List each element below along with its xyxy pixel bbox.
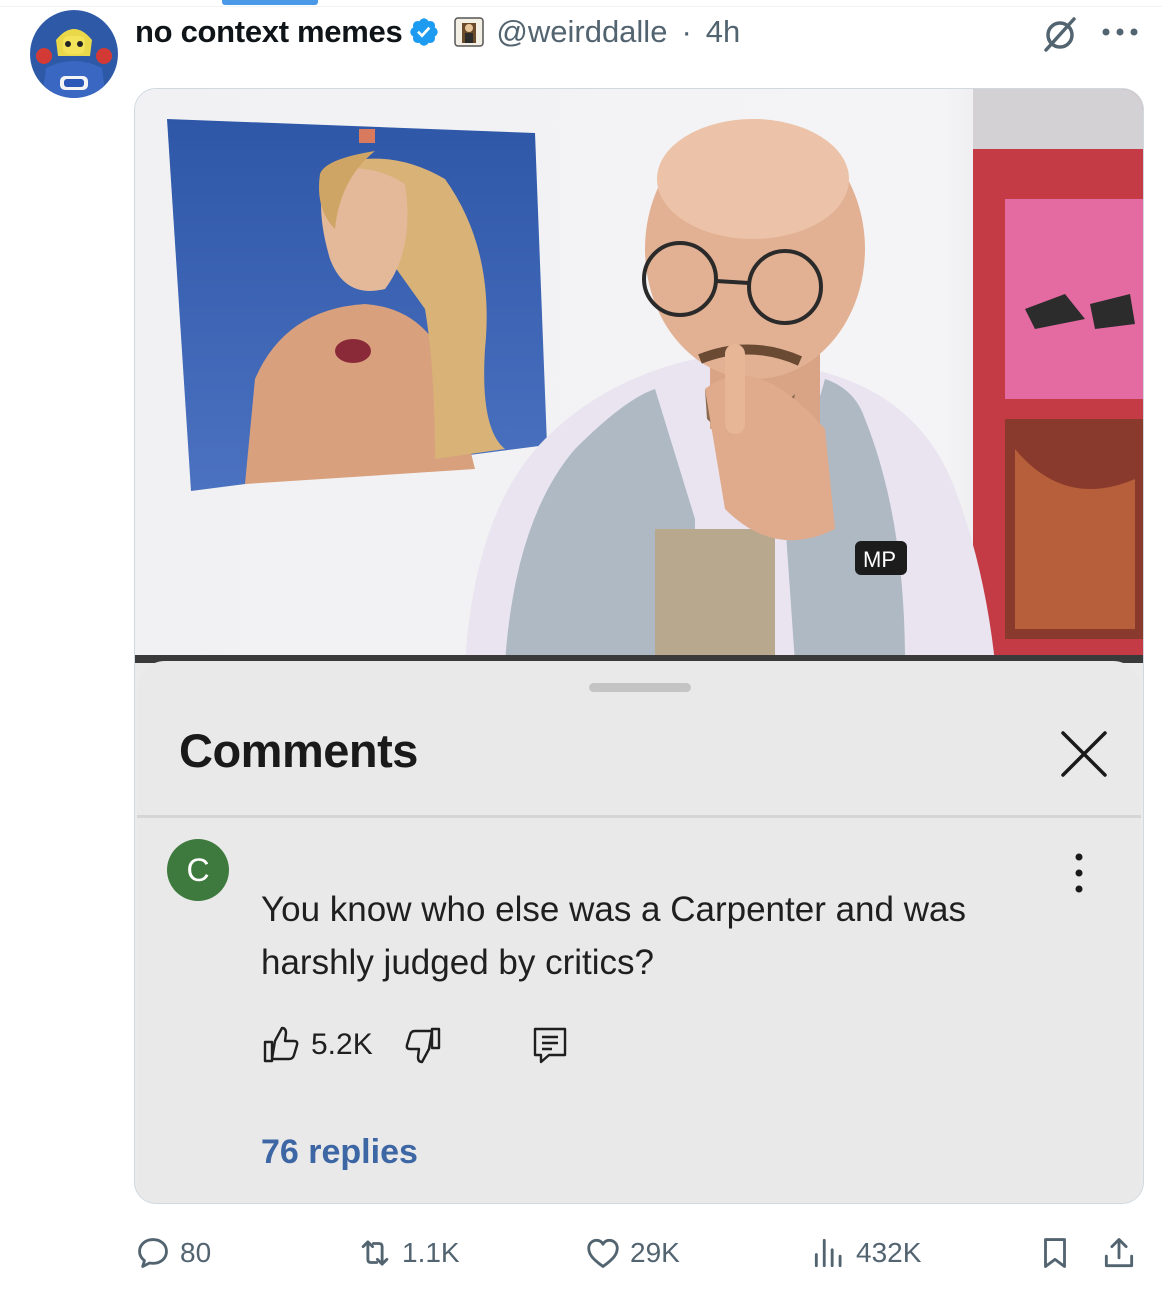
comment-actions: 5.2K bbox=[261, 1023, 569, 1067]
repost-count: 1.1K bbox=[402, 1237, 460, 1268]
panel-divider bbox=[137, 815, 1141, 818]
post-action-bar: 80 1.1K 29K 432K bbox=[134, 1228, 1144, 1278]
like-button[interactable]: 29K bbox=[584, 1228, 680, 1278]
tab-indicator bbox=[222, 0, 318, 5]
drag-handle[interactable] bbox=[589, 683, 691, 692]
post-time[interactable]: 4h bbox=[706, 14, 740, 50]
time-separator: · bbox=[681, 14, 692, 49]
bookmark-icon bbox=[1044, 1238, 1066, 1268]
comments-title: Comments bbox=[179, 724, 418, 777]
thumbs-down-icon[interactable] bbox=[403, 1025, 443, 1065]
share-icon bbox=[1104, 1238, 1134, 1268]
affiliate-badge-icon bbox=[454, 17, 485, 47]
close-icon[interactable] bbox=[1059, 729, 1109, 779]
grok-icon[interactable] bbox=[1040, 14, 1080, 54]
repost-button[interactable]: 1.1K bbox=[356, 1228, 460, 1278]
reply-button[interactable]: 80 bbox=[134, 1228, 211, 1278]
reply-count: 80 bbox=[180, 1237, 212, 1268]
svg-text:MP: MP bbox=[863, 547, 896, 572]
verified-badge-icon bbox=[410, 18, 439, 46]
like-count: 29K bbox=[630, 1237, 680, 1268]
reply-icon bbox=[138, 1238, 168, 1268]
author-handle[interactable]: @weirddalle bbox=[496, 14, 667, 50]
video-frame-image: MP bbox=[135, 89, 1143, 663]
view-count: 432K bbox=[856, 1237, 922, 1268]
author-avatar[interactable] bbox=[30, 10, 118, 98]
comment-text: You know who else was a Carpenter and wa… bbox=[261, 890, 966, 982]
thumbs-up-icon[interactable] bbox=[261, 1025, 301, 1065]
author-name[interactable]: no context memes bbox=[135, 14, 403, 50]
repost-icon bbox=[361, 1240, 389, 1266]
top-divider bbox=[0, 6, 1162, 7]
share-button[interactable] bbox=[1100, 1228, 1138, 1278]
bookmark-button[interactable] bbox=[1036, 1228, 1074, 1278]
like-icon bbox=[587, 1238, 619, 1268]
reply-comment-icon[interactable] bbox=[531, 1025, 569, 1065]
views-icon bbox=[814, 1238, 842, 1268]
view-replies-link[interactable]: 76 replies bbox=[261, 1133, 418, 1172]
more-icon[interactable] bbox=[1100, 26, 1140, 38]
comments-panel: Comments C You know who else was a Carpe… bbox=[137, 661, 1141, 1203]
post-header: no context memes @weirddalle · 4h bbox=[135, 10, 740, 54]
views-button[interactable]: 432K bbox=[810, 1228, 921, 1278]
post-media[interactable]: MP Comments C You know who else was a Ca… bbox=[134, 88, 1144, 1204]
commenter-avatar[interactable]: C bbox=[167, 839, 229, 901]
comment-like-count: 5.2K bbox=[311, 1028, 373, 1061]
kebab-menu-icon[interactable] bbox=[1067, 851, 1091, 895]
